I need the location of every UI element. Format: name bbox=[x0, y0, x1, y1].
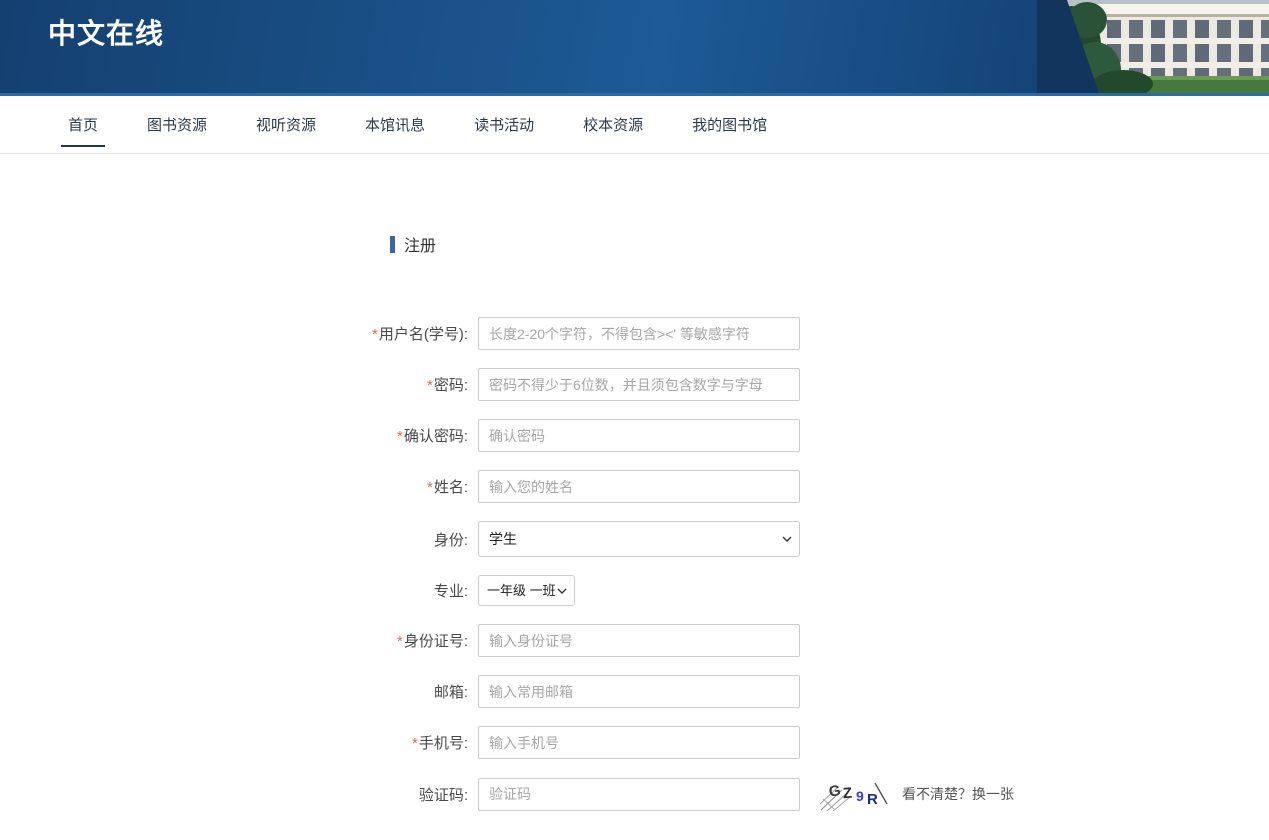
select-wrap: 一年级 一班 bbox=[478, 575, 575, 606]
form-row-major: 专业: 一年级 一班 bbox=[0, 575, 1269, 606]
captcha-image[interactable]: G Z 9 R bbox=[820, 777, 894, 811]
field-label: *身份证号: bbox=[396, 633, 468, 650]
main-content: 注册 *用户名(学号): *密码: *确认密码: *姓名: 身份: 学生 专业:… bbox=[0, 232, 1269, 811]
register-form: *用户名(学号): *密码: *确认密码: *姓名: 身份: 学生 专业: 一年… bbox=[0, 317, 1269, 811]
captcha-group: G Z 9 R 看不清楚？换一张 bbox=[820, 777, 1014, 811]
captcha-refresh-link[interactable]: 看不清楚？换一张 bbox=[902, 784, 1014, 804]
field-label: *用户名(学号): bbox=[371, 326, 468, 343]
name-input[interactable] bbox=[478, 470, 800, 503]
form-row-id-number: *身份证号: bbox=[0, 624, 1269, 657]
password-input[interactable] bbox=[478, 368, 800, 401]
form-row-name: *姓名: bbox=[0, 470, 1269, 503]
email-input[interactable] bbox=[478, 675, 800, 708]
field-label: 邮箱: bbox=[433, 684, 468, 701]
required-asterisk: * bbox=[371, 326, 378, 343]
field-label: *手机号: bbox=[411, 735, 468, 752]
nav-item-my-library[interactable]: 我的图书馆 bbox=[692, 114, 767, 135]
title-accent-bar bbox=[390, 235, 395, 253]
captcha-char: 9 bbox=[856, 788, 864, 804]
form-row-identity: 身份: 学生 bbox=[0, 521, 1269, 557]
nav-item-library-news[interactable]: 本馆讯息 bbox=[365, 114, 425, 135]
required-asterisk: * bbox=[426, 377, 433, 394]
page-title: 注册 bbox=[404, 238, 437, 255]
field-label: *姓名: bbox=[426, 479, 468, 496]
nav-item-school-resources[interactable]: 校本资源 bbox=[583, 114, 643, 135]
form-row-captcha: 验证码: G Z 9 R 看不清楚？换一张 bbox=[0, 777, 1269, 811]
nav-item-reading-activities[interactable]: 读书活动 bbox=[474, 114, 534, 135]
id-number-input[interactable] bbox=[478, 624, 800, 657]
required-asterisk: * bbox=[396, 633, 403, 650]
required-asterisk: * bbox=[411, 735, 418, 752]
field-label: 身份: bbox=[433, 531, 468, 549]
confirm-password-input[interactable] bbox=[478, 419, 800, 452]
phone-input[interactable] bbox=[478, 726, 800, 759]
field-label: *确认密码: bbox=[396, 428, 468, 445]
captcha-char: R bbox=[867, 791, 878, 808]
form-row-confirm-password: *确认密码: bbox=[0, 419, 1269, 452]
username-input[interactable] bbox=[478, 317, 800, 350]
nav-item-home[interactable]: 首页 bbox=[60, 114, 106, 147]
form-row-email: 邮箱: bbox=[0, 675, 1269, 708]
field-label: *密码: bbox=[426, 377, 468, 394]
site-logo: 中文在线 bbox=[48, 18, 165, 49]
app-header: 中文在线 bbox=[0, 0, 1269, 96]
nav-item-av-resources[interactable]: 视听资源 bbox=[256, 114, 316, 135]
register-section-title: 注册 bbox=[390, 232, 1269, 256]
required-asterisk: * bbox=[396, 428, 403, 445]
form-row-username: *用户名(学号): bbox=[0, 317, 1269, 350]
major-select[interactable]: 一年级 一班 bbox=[478, 575, 575, 606]
field-label: 专业: bbox=[433, 583, 468, 600]
captcha-char: Z bbox=[842, 785, 852, 803]
select-wrap: 学生 bbox=[478, 521, 800, 557]
field-label: 验证码: bbox=[418, 786, 468, 804]
identity-select[interactable]: 学生 bbox=[478, 521, 800, 557]
form-row-phone: *手机号: bbox=[0, 726, 1269, 759]
nav-item-book-resources[interactable]: 图书资源 bbox=[147, 114, 207, 135]
form-row-password: *密码: bbox=[0, 368, 1269, 401]
required-asterisk: * bbox=[426, 479, 433, 496]
main-nav: 首页 图书资源 视听资源 本馆讯息 读书活动 校本资源 我的图书馆 bbox=[0, 96, 1269, 154]
captcha-char: G bbox=[828, 782, 842, 800]
captcha-input[interactable] bbox=[478, 777, 800, 811]
campus-photo bbox=[1037, 0, 1269, 93]
